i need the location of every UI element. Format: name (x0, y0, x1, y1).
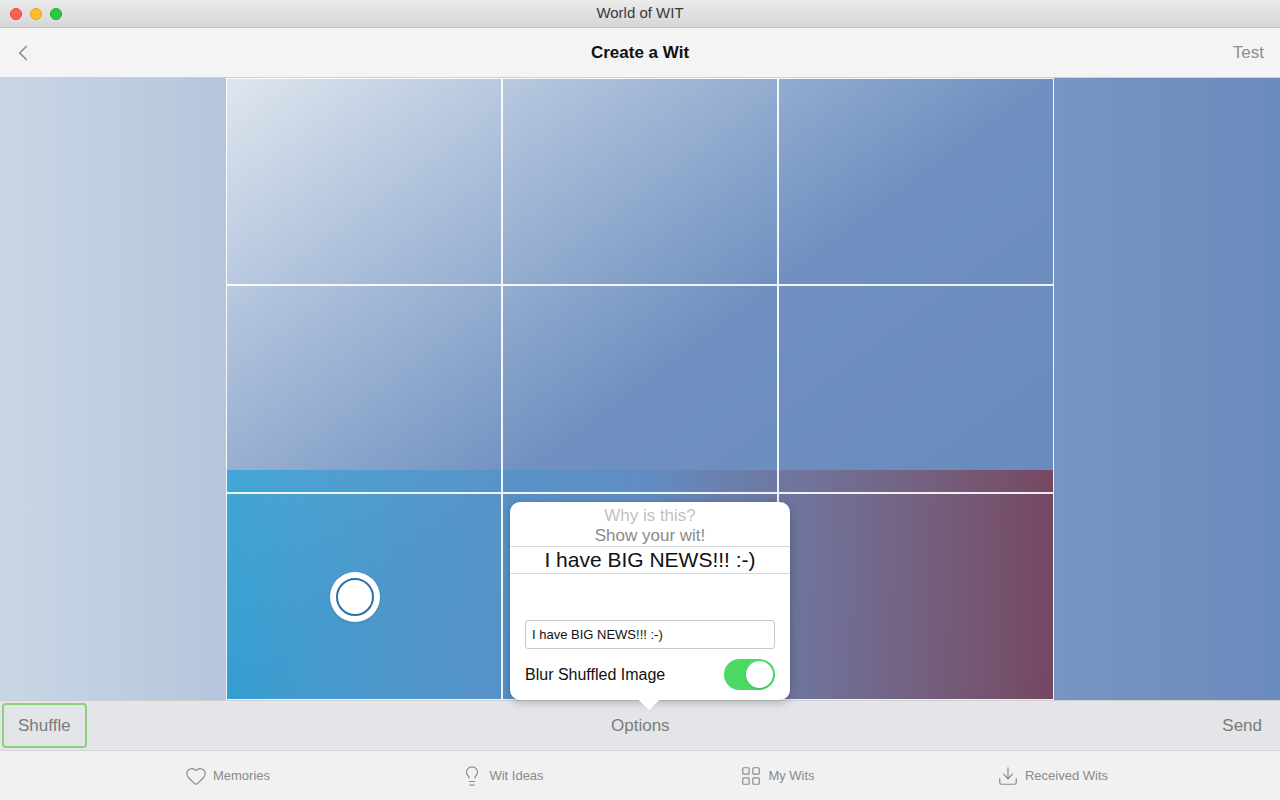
toolbar: Create a Wit Test (0, 28, 1280, 78)
blur-row: Blur Shuffled Image (510, 659, 790, 690)
grid-tile[interactable] (778, 285, 1054, 492)
app-window: World of WIT Create a Wit Test Shuffle Optio… (0, 0, 1280, 800)
test-button[interactable]: Test (1210, 40, 1270, 66)
shuffle-button[interactable]: Shuffle (2, 703, 87, 749)
tab-icon (740, 765, 762, 787)
action-bar: Shuffle Options Send (0, 700, 1280, 750)
picker-row[interactable]: Why is this? (510, 506, 790, 526)
grid-tile[interactable] (778, 493, 1054, 700)
options-popover: Why is this?Show your wit!I have BIG NEW… (510, 502, 790, 700)
grid-tile[interactable] (226, 285, 502, 492)
zoom-button[interactable] (50, 8, 62, 20)
drag-handle[interactable] (330, 572, 380, 622)
tab-icon (461, 765, 483, 787)
tab-item[interactable]: Memories (90, 751, 365, 800)
tab-label: Received Wits (1025, 766, 1108, 786)
tab-item[interactable]: My Wits (640, 751, 915, 800)
window-title: World of WIT (596, 2, 683, 25)
grid-tile[interactable] (502, 78, 778, 285)
tab-item[interactable]: Wit Ideas (365, 751, 640, 800)
picker-row[interactable]: I have BIG NEWS!!! :-) (510, 546, 790, 574)
tab-label: Wit Ideas (489, 766, 543, 786)
options-button[interactable]: Options (595, 703, 686, 749)
drag-handle-inner (336, 578, 374, 616)
chevron-left-icon (10, 40, 36, 66)
blur-toggle[interactable] (724, 659, 775, 690)
send-button[interactable]: Send (1194, 703, 1278, 749)
tab-label: Memories (213, 766, 270, 786)
traffic-lights (10, 8, 62, 20)
wit-picker[interactable]: Why is this?Show your wit!I have BIG NEW… (510, 502, 790, 620)
grid-tile[interactable] (226, 78, 502, 285)
toolbar-title: Create a Wit (591, 40, 689, 66)
grid-tile[interactable] (502, 285, 778, 492)
close-button[interactable] (10, 8, 22, 20)
toggle-knob (746, 661, 773, 688)
wit-field[interactable]: I have BIG NEWS!!! :-) (525, 620, 775, 649)
picker-row[interactable]: Show your wit! (510, 526, 790, 546)
minimize-button[interactable] (30, 8, 42, 20)
title-bar: World of WIT (0, 0, 1280, 28)
grid-tile[interactable] (778, 78, 1054, 285)
tab-icon (997, 765, 1019, 787)
blur-label: Blur Shuffled Image (525, 663, 665, 687)
tab-label: My Wits (768, 766, 814, 786)
tab-bar: Memories Wit Ideas My Wits Received Wits (0, 750, 1280, 800)
back-button[interactable] (10, 40, 70, 66)
tab-icon (185, 765, 207, 787)
tab-item[interactable]: Received Wits (915, 751, 1190, 800)
